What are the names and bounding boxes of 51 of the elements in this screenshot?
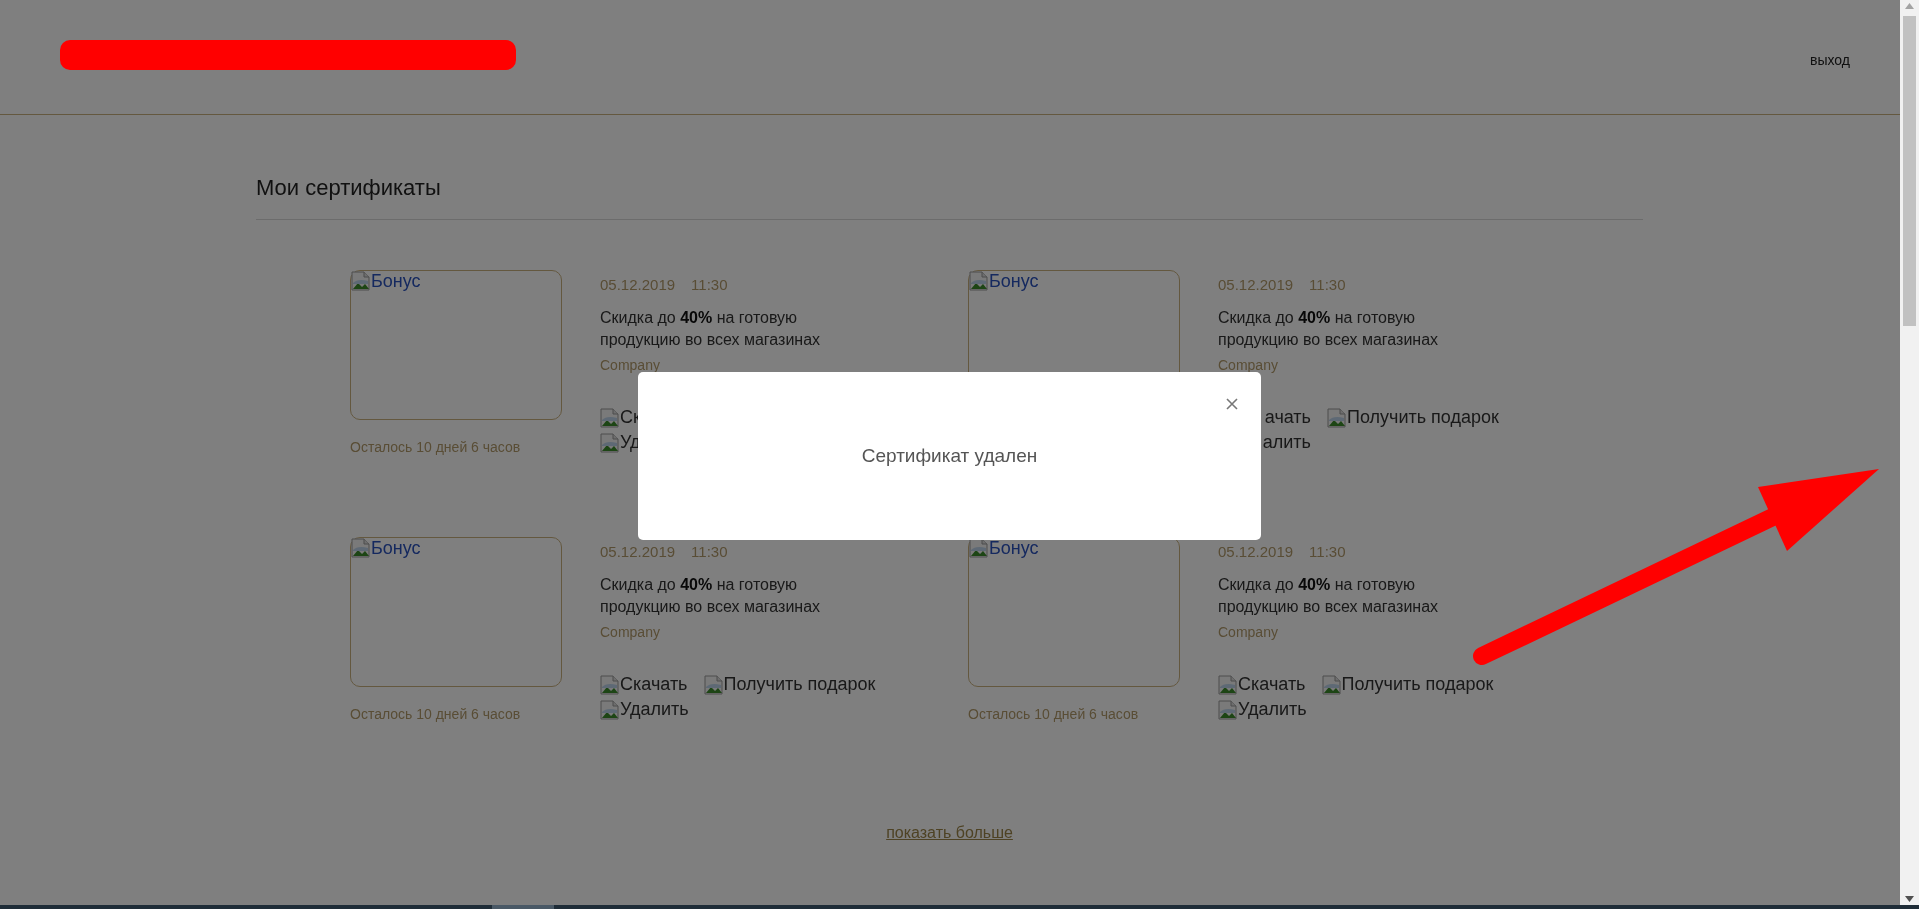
image-alt-text: Бонус [969, 538, 1039, 559]
broken-image-icon [351, 271, 371, 291]
certificate-date: 05.12.2019 [600, 276, 676, 293]
certificate-description: Скидка до 40% на готовую продукцию во всех магазинах [1218, 308, 1440, 350]
broken-image-icon [969, 271, 989, 291]
certificate-time: 11:30 [1309, 276, 1346, 293]
broken-image-icon [1327, 408, 1347, 428]
modal-message: Сертификат удален [861, 445, 1038, 467]
broken-image-icon [600, 700, 620, 720]
certificate-description: Скидка до 40% на готовую продукцию во всех магазинах [600, 308, 822, 350]
action-link[interactable]: Получить подарок [703, 674, 876, 695]
logout-link[interactable]: выход [1810, 51, 1850, 68]
company-name: Company [1218, 357, 1278, 373]
broken-image-icon [1218, 700, 1238, 720]
page-title: Мои сертификаты [256, 115, 1643, 220]
broken-image-icon [600, 433, 620, 453]
certificate-time: 11:30 [691, 543, 728, 560]
certificate-description: Скидка до 40% на готовую продукцию во всех магазинах [600, 575, 822, 617]
image-alt-text: Бонус [351, 538, 421, 559]
show-more-link[interactable]: показать больше [886, 824, 1013, 841]
image-alt-text: Бонус [351, 271, 421, 292]
broken-image-icon [600, 675, 620, 695]
action-link[interactable]: Получить подарок [1327, 407, 1499, 428]
scrollbar-thumb[interactable] [1903, 16, 1916, 326]
broken-image-icon [703, 675, 724, 695]
action-link[interactable]: Скачать [1218, 674, 1306, 695]
certificate-date: 05.12.2019 [600, 543, 676, 560]
time-remaining: Осталось 10 дней 6 часов [350, 706, 521, 722]
broken-image-icon [600, 408, 620, 428]
time-remaining: Осталось 10 дней 6 часов [350, 439, 521, 455]
action-link[interactable]: Получить подарок [1321, 674, 1494, 695]
action-link[interactable]: Удалить [600, 699, 689, 720]
certificate-time: 11:30 [1309, 543, 1346, 560]
company-name: Company [600, 357, 660, 373]
close-button[interactable] [1224, 396, 1240, 412]
time-remaining: Осталось 10 дней 6 часов [968, 706, 1139, 722]
certificate-date: 05.12.2019 [1218, 543, 1294, 560]
certificate-description: Скидка до 40% на готовую продукцию во всех магазинах [1218, 575, 1440, 617]
company-name: Company [600, 624, 660, 640]
broken-image-icon [1321, 675, 1342, 695]
action-link[interactable]: Удалить [1218, 699, 1307, 720]
certificate-time: 11:30 [691, 276, 728, 293]
broken-image-icon [1218, 675, 1238, 695]
scroll-down-icon[interactable] [1905, 896, 1914, 902]
scroll-up-icon[interactable] [1905, 3, 1914, 9]
certificate-date: 05.12.2019 [1218, 276, 1294, 293]
image-alt-text: Бонус [969, 271, 1039, 292]
company-name: Company [1218, 624, 1278, 640]
broken-image-icon [351, 538, 371, 558]
action-link[interactable]: Скачать [600, 674, 688, 695]
close-icon [1226, 398, 1238, 410]
